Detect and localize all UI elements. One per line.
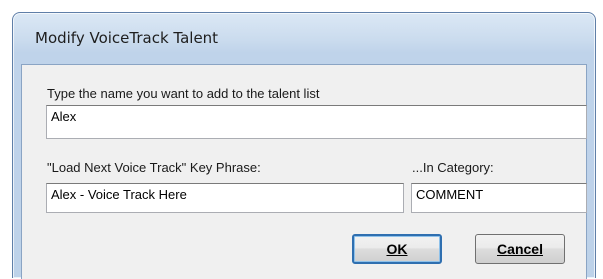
talent-name-input[interactable]: Alex (46, 105, 587, 139)
cancel-mnemonic: C (497, 241, 508, 257)
category-label: ...In Category: (412, 160, 494, 175)
dialog-window: Modify VoiceTrack Talent Type the name y… (12, 12, 596, 279)
cancel-button[interactable]: Cancel (475, 234, 565, 264)
ok-label: K (397, 241, 408, 257)
ok-mnemonic: O (386, 241, 398, 257)
key-phrase-label: "Load Next Voice Track" Key Phrase: (47, 160, 261, 175)
dialog-content: Type the name you want to add to the tal… (21, 64, 587, 279)
ok-button[interactable]: OK (352, 234, 442, 264)
cancel-label: ancel (507, 241, 543, 257)
key-phrase-input[interactable]: Alex - Voice Track Here (46, 183, 404, 213)
dialog-title: Modify VoiceTrack Talent (35, 29, 219, 47)
talent-name-label: Type the name you want to add to the tal… (47, 86, 320, 101)
category-input[interactable]: COMMENT (411, 183, 587, 213)
title-bar[interactable]: Modify VoiceTrack Talent (13, 13, 595, 65)
